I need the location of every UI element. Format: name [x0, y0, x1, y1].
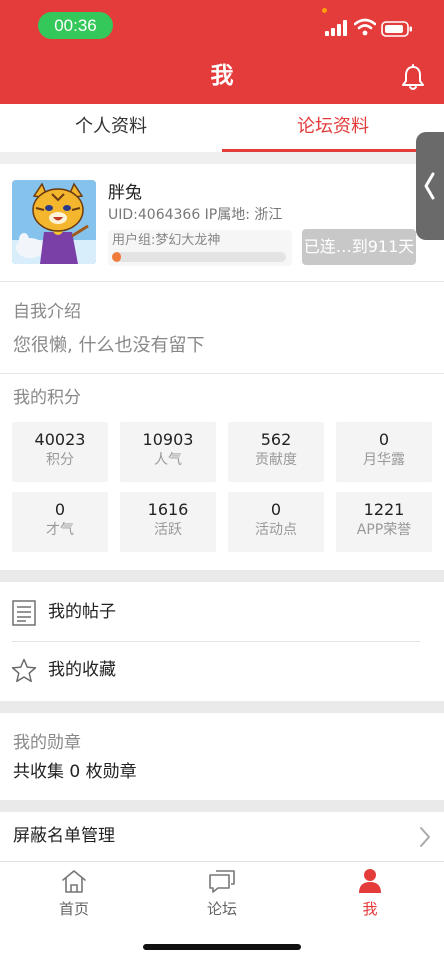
nav-home[interactable]: 首页 [0, 862, 148, 922]
level-progress-fill [112, 252, 121, 262]
stat-label: 积分 [46, 452, 74, 468]
stat-label: 活动点 [255, 522, 297, 538]
section-gap [0, 800, 444, 812]
nav-forum-label: 论坛 [206, 900, 237, 918]
side-drawer-handle[interactable] [416, 132, 444, 240]
home-indicator[interactable] [143, 944, 301, 950]
stat-contribution[interactable]: 562 贡献度 [228, 422, 324, 482]
app-header: 00:36 我 [0, 0, 444, 104]
profile-tabs: 个人资料 论坛资料 [0, 104, 444, 152]
my-favorites-item[interactable]: 我的收藏 [0, 642, 444, 698]
stat-value: 1616 [147, 500, 189, 519]
tiger-avatar-icon [12, 180, 96, 264]
stat-app-honor[interactable]: 1221 APP荣誉 [336, 492, 432, 552]
page-title: 我 [210, 63, 234, 89]
stat-value: 0 [270, 500, 282, 519]
stat-value: 0 [378, 430, 390, 449]
section-gap [0, 570, 444, 582]
my-posts-item[interactable]: 我的帖子 [0, 584, 444, 640]
stat-label: 人气 [154, 452, 182, 468]
self-intro-text: 您很懒, 什么也没有留下 [13, 335, 205, 356]
status-time: 00:36 [38, 12, 113, 39]
medals-title: 我的勋章 [13, 733, 81, 753]
my-favorites-label: 我的收藏 [48, 660, 116, 680]
blocklist-label: 屏蔽名单管理 [13, 826, 115, 846]
person-icon [359, 869, 381, 893]
user-group-box: 用户组:梦幻大龙神 [108, 230, 292, 266]
stat-label: APP荣誉 [356, 522, 412, 538]
checkin-streak-button[interactable]: 已连…到911天 [302, 229, 416, 265]
chat-bubble-icon [209, 870, 235, 893]
section-gap [0, 152, 444, 164]
stat-label: 贡献度 [255, 452, 297, 468]
notification-bell-icon[interactable] [400, 64, 426, 92]
tab-forum-info[interactable]: 论坛资料 [222, 104, 444, 152]
battery-icon [381, 21, 412, 37]
privacy-indicator-dot [322, 8, 327, 13]
stat-moon-dew[interactable]: 0 月华露 [336, 422, 432, 482]
stat-value: 10903 [142, 430, 194, 449]
uid-and-location: UID:4064366 IP属地: 浙江 [108, 207, 283, 223]
cellular-signal-icon [325, 20, 347, 36]
self-intro-title: 自我介绍 [13, 302, 81, 322]
stat-event-points[interactable]: 0 活动点 [228, 492, 324, 552]
chevron-right-icon [420, 827, 430, 847]
medals-summary: 共收集 0 枚勋章 [13, 762, 137, 782]
my-posts-label: 我的帖子 [48, 602, 116, 622]
home-icon [62, 870, 86, 893]
self-intro-section [0, 282, 444, 374]
tab-personal-info[interactable]: 个人资料 [0, 104, 222, 152]
stat-label: 月华露 [363, 452, 405, 468]
level-progress-bar [112, 252, 286, 262]
blocklist-management-item[interactable]: 屏蔽名单管理 [0, 812, 444, 862]
stat-label: 活跃 [154, 522, 182, 538]
nav-me-label: 我 [362, 900, 378, 918]
points-title: 我的积分 [13, 388, 81, 408]
stat-value: 562 [260, 430, 292, 449]
chevron-left-icon [424, 172, 435, 200]
stat-value: 0 [54, 500, 66, 519]
section-gap [0, 701, 444, 713]
wifi-icon [354, 18, 376, 36]
avatar[interactable] [12, 180, 96, 264]
stat-points[interactable]: 40023 积分 [12, 422, 108, 482]
username: 胖兔 [108, 183, 142, 203]
stat-popularity[interactable]: 10903 人气 [120, 422, 216, 482]
nav-home-label: 首页 [58, 900, 89, 918]
document-icon [12, 600, 36, 626]
stat-talent[interactable]: 0 才气 [12, 492, 108, 552]
stat-value: 40023 [34, 430, 86, 449]
star-icon [11, 658, 37, 683]
nav-me[interactable]: 我 [296, 862, 444, 922]
stat-value: 1221 [363, 500, 405, 519]
user-group-label: 用户组:梦幻大龙神 [112, 233, 221, 248]
nav-forum[interactable]: 论坛 [148, 862, 296, 922]
stat-label: 才气 [46, 522, 74, 538]
stat-activity[interactable]: 1616 活跃 [120, 492, 216, 552]
